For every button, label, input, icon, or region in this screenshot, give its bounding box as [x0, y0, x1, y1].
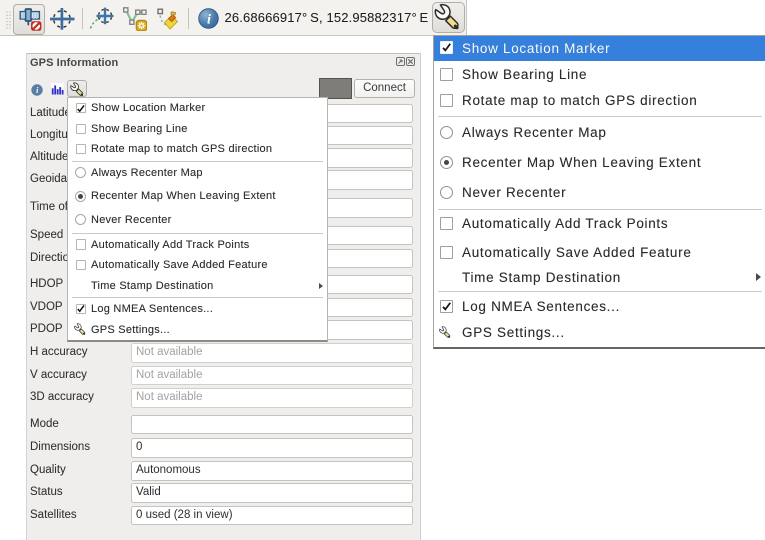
svg-text:i: i	[207, 13, 211, 28]
